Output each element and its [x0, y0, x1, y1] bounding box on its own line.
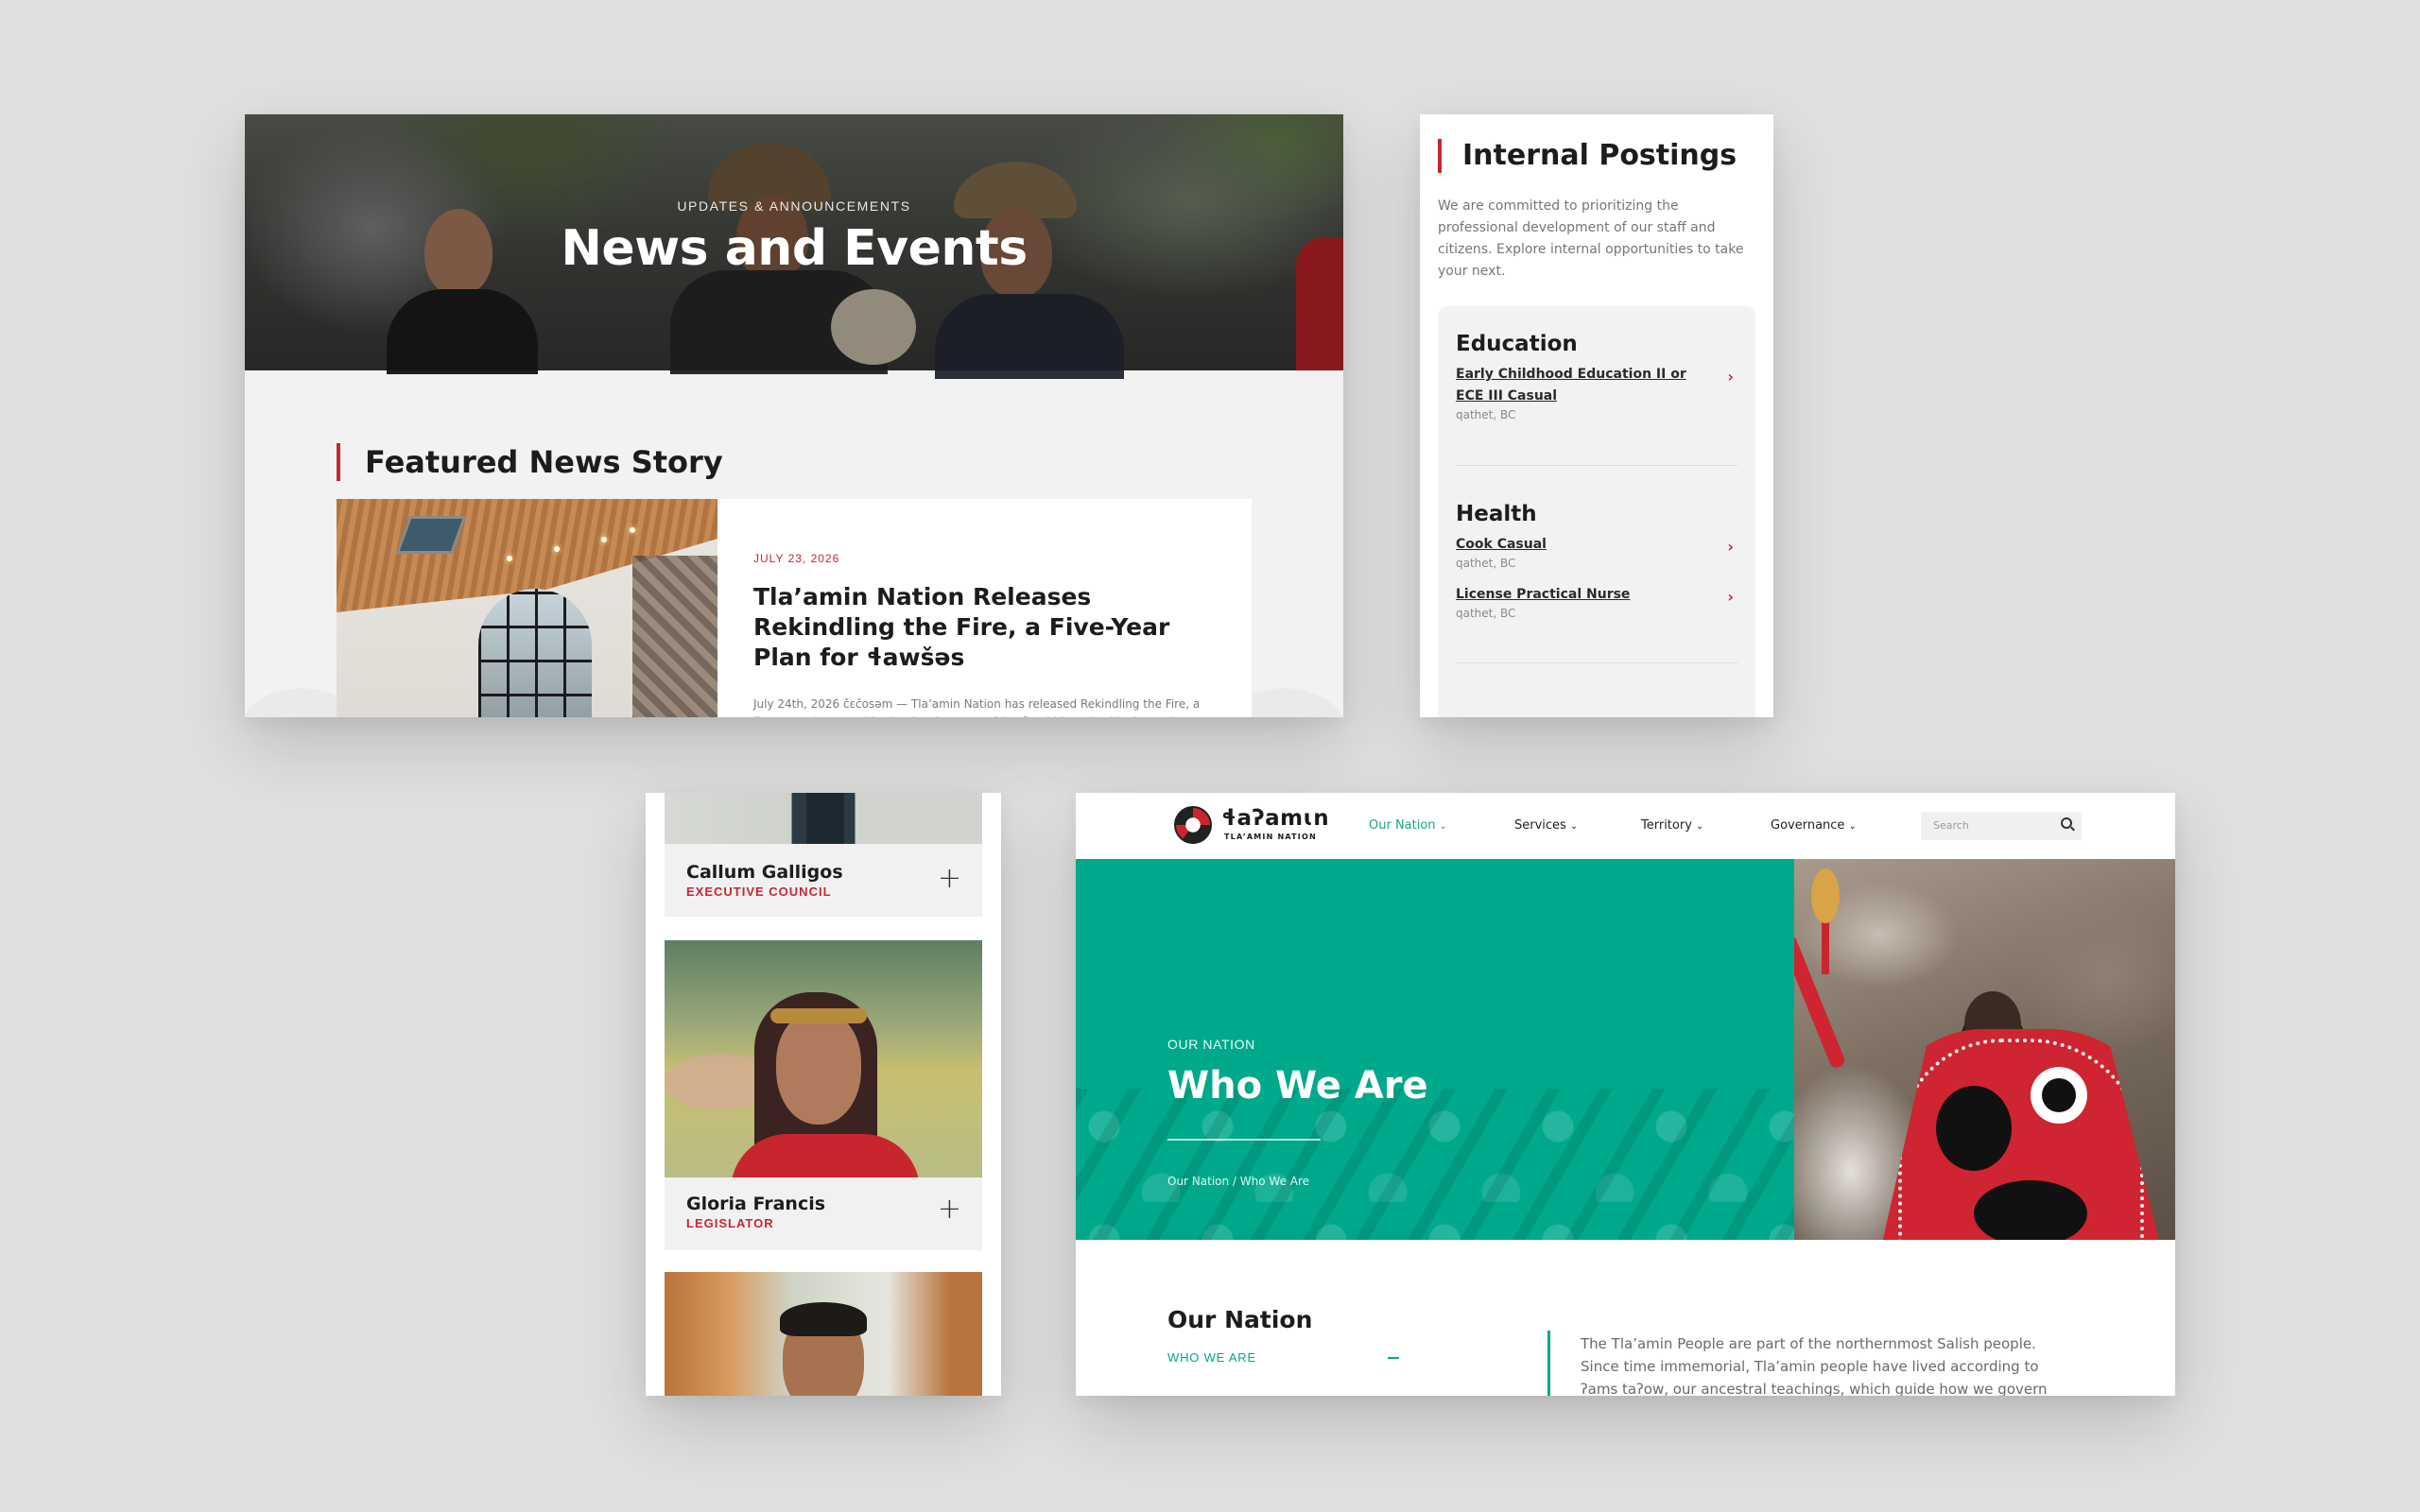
job-location: qathet, BC — [1456, 408, 1516, 421]
search-input[interactable]: Search — [1921, 812, 2082, 840]
job-location: qathet, BC — [1456, 557, 1516, 570]
nav-services[interactable]: Services ⌄ — [1514, 818, 1578, 833]
section-title: Featured News Story — [337, 443, 723, 481]
postings-title: Internal Postings — [1438, 139, 1737, 173]
intro-paragraph: The Tla’amin People are part of the nort… — [1581, 1335, 2048, 1396]
who-we-are-panel: ɬaʔamɩn TLA’AMIN NATION Our Nation ⌄ Serv… — [1076, 793, 2175, 1396]
leader-photo — [665, 940, 982, 1177]
leader-card[interactable] — [665, 1272, 982, 1396]
leader-photo — [665, 793, 982, 844]
quote-bar — [1547, 1331, 1550, 1396]
news-events-panel: UPDATES & ANNOUNCEMENTS News and Events … — [245, 114, 1343, 717]
title-rule — [1167, 1139, 1321, 1141]
story-photo — [337, 499, 717, 717]
nav-label: Our Nation — [1369, 818, 1436, 833]
leader-photo — [665, 1272, 982, 1396]
job-title-link[interactable]: Early Childhood Education II or ECE III … — [1456, 364, 1711, 407]
category-health: Health Cook Casual qathet, BC › License … — [1456, 466, 1737, 621]
category-title: Health — [1456, 502, 1537, 526]
hero-image: UPDATES & ANNOUNCEMENTS News and Events — [245, 114, 1343, 379]
job-location: qathet, BC — [1456, 607, 1516, 620]
chevron-right-icon[interactable]: › — [1727, 588, 1734, 606]
job-posting[interactable]: Early Childhood Education II or ECE III … — [1456, 364, 1737, 422]
nav-label: Territory — [1641, 818, 1692, 833]
chevron-down-icon: ⌄ — [1569, 821, 1579, 832]
postings-list: Education Early Childhood Education II o… — [1438, 306, 1755, 717]
job-posting[interactable]: Cook Casual qathet, BC › — [1456, 534, 1737, 571]
leader-role: EXECUTIVE COUNCIL — [686, 885, 832, 899]
nav-label: Governance — [1771, 818, 1845, 833]
logo-mark-icon[interactable] — [1174, 806, 1212, 844]
leadership-panel: Callum Galligos EXECUTIVE COUNCIL + Glor… — [646, 793, 1001, 1396]
search-placeholder: Search — [1933, 819, 1969, 832]
side-nav-title: Our Nation — [1167, 1306, 1313, 1333]
leader-info: Gloria Francis LEGISLATOR — [686, 1193, 825, 1232]
leader-info: Callum Galligos EXECUTIVE COUNCIL — [686, 861, 843, 901]
leader-role: LEGISLATOR — [686, 1216, 774, 1230]
leader-name: Callum Galligos — [686, 862, 843, 883]
story-excerpt: July 24th, 2026 čɛčosəm — Tla’amin Natio… — [753, 697, 1201, 717]
category-education: Education Early Childhood Education II o… — [1456, 306, 1737, 422]
hero-eyebrow: UPDATES & ANNOUNCEMENTS — [677, 198, 911, 214]
internal-postings-panel: Internal Postings We are committed to pr… — [1420, 114, 1773, 717]
job-title-link[interactable]: License Practical Nurse — [1456, 584, 1711, 606]
breadcrumb[interactable]: Our Nation / Who We Are — [1167, 1175, 1309, 1188]
minus-icon[interactable] — [1388, 1357, 1399, 1359]
logo-subtitle: TLA’AMIN NATION — [1224, 833, 1317, 841]
page-banner: OUR NATION Who We Are Our Nation / Who W… — [1076, 859, 1794, 1240]
top-navigation: ɬaʔamɩn TLA’AMIN NATION Our Nation ⌄ Serv… — [1076, 793, 2175, 859]
chevron-down-icon: ⌄ — [1439, 821, 1447, 832]
category-title: Education — [1456, 332, 1578, 356]
chevron-right-icon[interactable]: › — [1727, 368, 1734, 386]
side-nav-link[interactable]: WHO WE ARE — [1167, 1350, 1256, 1365]
plus-icon[interactable]: + — [938, 865, 961, 893]
leader-card[interactable]: Callum Galligos EXECUTIVE COUNCIL + — [665, 793, 982, 917]
nav-governance[interactable]: Governance ⌄ — [1771, 818, 1857, 833]
story-headline[interactable]: Tla’amin Nation Releases Rekindling the … — [753, 582, 1216, 673]
logo-wordmark[interactable]: ɬaʔamɩn — [1221, 806, 1329, 831]
search-icon[interactable] — [2061, 817, 2072, 829]
leader-card[interactable]: Gloria Francis LEGISLATOR + — [665, 940, 982, 1250]
side-navigation: Our Nation WHO WE ARE — [1076, 1240, 1429, 1396]
divider — [1456, 662, 1737, 663]
nav-label: Services — [1514, 818, 1566, 833]
leader-name: Gloria Francis — [686, 1194, 826, 1214]
chevron-down-icon: ⌄ — [1848, 821, 1857, 832]
story-date: JULY 23, 2026 — [753, 552, 840, 565]
chevron-right-icon[interactable]: › — [1727, 538, 1734, 556]
page-title: Who We Are — [1167, 1064, 1428, 1108]
nav-our-nation[interactable]: Our Nation ⌄ — [1369, 818, 1447, 833]
dancer-photo — [1794, 859, 2175, 1240]
job-posting[interactable]: License Practical Nurse qathet, BC › — [1456, 584, 1737, 621]
plus-icon[interactable]: + — [938, 1195, 961, 1224]
featured-story-card[interactable]: JULY 23, 2026 Tla’amin Nation Releases R… — [337, 499, 1252, 717]
banner-eyebrow: OUR NATION — [1167, 1037, 1255, 1052]
chevron-down-icon: ⌄ — [1695, 821, 1704, 832]
job-title-link[interactable]: Cook Casual — [1456, 534, 1711, 556]
page-title: News and Events — [561, 220, 1028, 277]
nav-territory[interactable]: Territory ⌄ — [1641, 818, 1703, 833]
main-content: The Tla’amin People are part of the nort… — [1429, 1240, 2175, 1396]
postings-intro: We are committed to prioritizing the pro… — [1438, 198, 1744, 279]
